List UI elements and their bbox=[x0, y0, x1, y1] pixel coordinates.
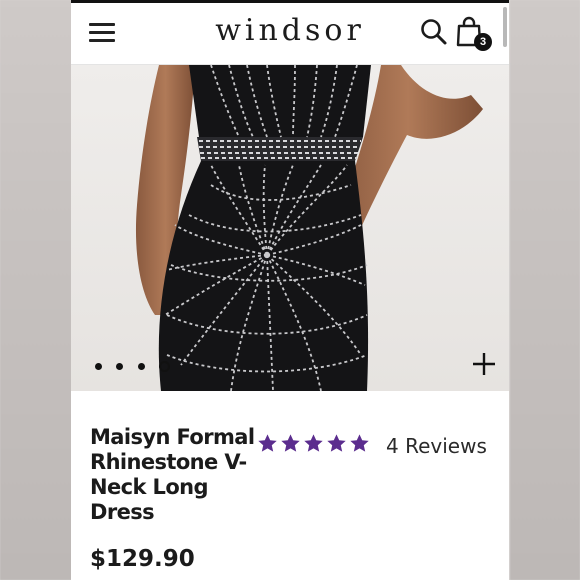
plus-icon bbox=[473, 353, 495, 375]
cart-button[interactable]: 3 bbox=[455, 16, 495, 52]
star-icon bbox=[327, 434, 346, 452]
star-icon bbox=[281, 434, 300, 452]
mobile-page: WINDSOR 3 bbox=[71, 0, 509, 580]
product-price: $129.90 bbox=[90, 546, 195, 572]
product-info: Maisyn Formal Rhinestone V-Neck Long Dre… bbox=[71, 391, 509, 580]
product-image[interactable] bbox=[71, 65, 509, 391]
carousel-dots bbox=[95, 358, 180, 373]
star-icon bbox=[258, 434, 277, 452]
product-title: Maisyn Formal Rhinestone V-Neck Long Dre… bbox=[90, 425, 255, 524]
carousel-dot[interactable] bbox=[137, 363, 145, 371]
site-header: WINDSOR 3 bbox=[71, 3, 509, 65]
rating-stars bbox=[257, 433, 372, 459]
zoom-button[interactable] bbox=[471, 351, 497, 377]
background-right bbox=[510, 0, 580, 580]
star-icon bbox=[304, 434, 323, 452]
search-button[interactable] bbox=[419, 17, 449, 47]
reviews-link[interactable]: 4 Reviews bbox=[386, 434, 487, 458]
dress-photo bbox=[71, 65, 509, 391]
scrollbar[interactable] bbox=[503, 7, 507, 47]
carousel-dot[interactable] bbox=[116, 363, 124, 371]
search-icon bbox=[421, 19, 447, 45]
carousel-dot[interactable] bbox=[95, 363, 102, 371]
cart-count-badge: 3 bbox=[474, 33, 492, 51]
star-icon bbox=[350, 434, 369, 452]
background-left bbox=[0, 0, 72, 580]
